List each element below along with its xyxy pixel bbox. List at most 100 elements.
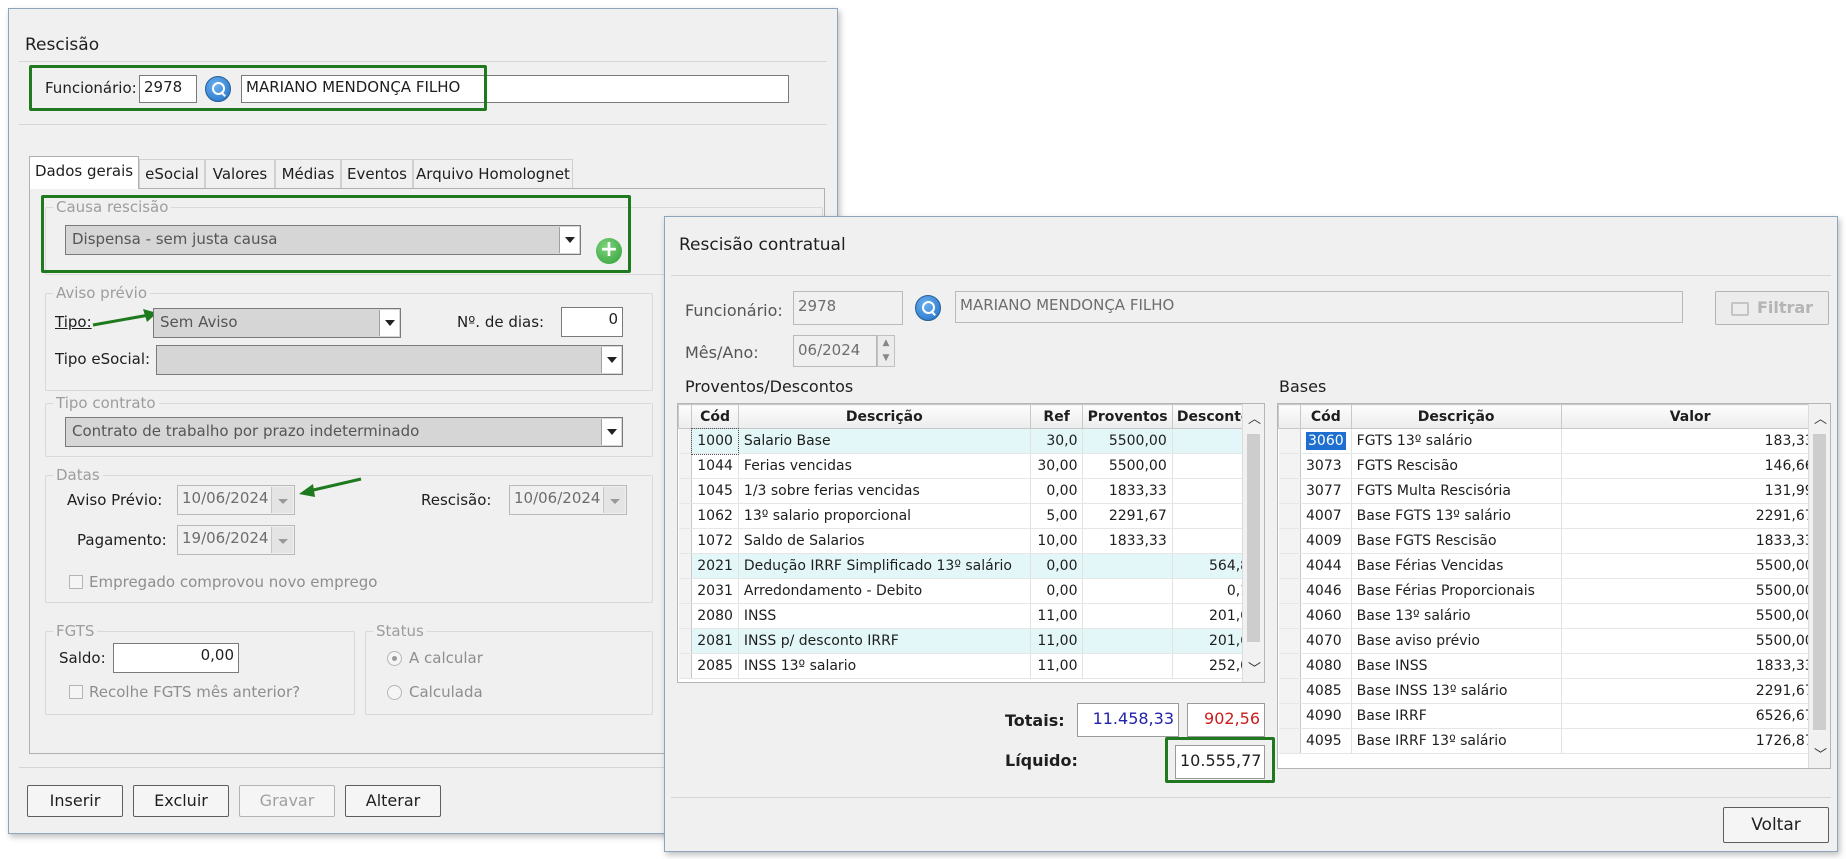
row-indicator[interactable] (1278, 603, 1301, 629)
tab-esocial[interactable]: eSocial (139, 159, 205, 189)
row-indicator[interactable] (1278, 628, 1301, 654)
table-row[interactable]: 4095 Base IRRF 13º salário 1726,87 (1278, 728, 1820, 754)
calendar-dropdown-icon[interactable] (603, 487, 625, 513)
row-indicator[interactable] (1278, 478, 1301, 504)
funcionario-name-field[interactable]: MARIANO MENDONÇA FILHO (955, 291, 1683, 323)
scroll-up-icon[interactable]: ︿ (1248, 408, 1261, 427)
alterar-button[interactable]: Alterar (345, 785, 441, 817)
inserir-button[interactable]: Inserir (27, 785, 123, 817)
row-indicator[interactable] (678, 628, 693, 654)
table-row[interactable]: 4009 Base FGTS Rescisão 1833,33 (1278, 528, 1820, 554)
aviso-previo-date[interactable]: 10/06/2024 (177, 485, 295, 515)
funcionario-code-field[interactable]: 2978 (793, 291, 903, 325)
tab-eventos[interactable]: Eventos (341, 159, 413, 189)
table-row[interactable]: 1072 Saldo de Salarios 10,00 1833,33 (678, 528, 1264, 554)
excluir-button[interactable]: Excluir (133, 785, 229, 817)
column-header-cod[interactable]: Cód (691, 404, 739, 429)
table-row[interactable]: 4044 Base Férias Vencidas 5500,00 (1278, 553, 1820, 579)
row-indicator[interactable] (678, 503, 693, 529)
row-indicator[interactable] (678, 578, 693, 604)
row-indicator[interactable] (1278, 503, 1301, 529)
column-header-descricao[interactable]: Descrição (737, 404, 1031, 429)
table-row[interactable]: 4070 Base aviso prévio 5500,00 (1278, 628, 1820, 654)
tab-medias[interactable]: Médias (275, 159, 341, 189)
table-row[interactable]: 4007 Base FGTS 13º salário 2291,67 (1278, 503, 1820, 529)
scroll-up-icon[interactable]: ︿ (1814, 408, 1827, 427)
row-indicator[interactable] (1278, 578, 1301, 604)
totais-label: Totais: (1005, 711, 1065, 730)
column-header-descricao[interactable]: Descrição (1350, 404, 1562, 429)
row-indicator[interactable] (678, 653, 693, 679)
scroll-down-icon[interactable]: ﹀ (1814, 744, 1827, 763)
row-indicator[interactable] (678, 478, 693, 504)
table-row[interactable]: 1045 1/3 sobre ferias vencidas 0,00 1833,33 (678, 478, 1264, 504)
calculada-radio[interactable] (387, 685, 402, 700)
tipo-esocial-select[interactable] (156, 345, 623, 375)
voltar-button[interactable]: Voltar (1723, 807, 1829, 843)
scroll-thumb[interactable] (1813, 434, 1826, 730)
row-indicator[interactable] (1278, 728, 1301, 754)
row-indicator[interactable] (678, 428, 693, 454)
table-row[interactable]: 3073 FGTS Rescisão 146,66 (1278, 453, 1820, 479)
tab-arquivo-homolognet[interactable]: Arquivo Homolognet (413, 159, 573, 189)
tab-dados-gerais[interactable]: Dados gerais (29, 156, 139, 189)
chevron-down-icon[interactable] (601, 419, 621, 445)
mes-ano-spinner[interactable]: ▲ ▼ (877, 335, 895, 367)
a-calcular-radio[interactable] (387, 651, 402, 666)
novo-emprego-checkbox[interactable] (69, 575, 83, 589)
column-header-ref[interactable]: Ref (1029, 404, 1084, 429)
table-row[interactable]: 1044 Ferias vencidas 30,00 5500,00 (678, 453, 1264, 479)
mes-ano-field[interactable]: 06/2024 (793, 335, 877, 367)
table-row[interactable]: 4090 Base IRRF 6526,67 (1278, 703, 1820, 729)
row-indicator[interactable] (678, 553, 693, 579)
table-row[interactable]: 2081 INSS p/ desconto IRRF 11,00 201,66 (678, 628, 1264, 654)
funcionario-highlight (29, 65, 487, 111)
row-indicator[interactable] (678, 603, 693, 629)
row-indicator[interactable] (678, 453, 693, 479)
table-row[interactable]: 4080 Base INSS 1833,33 (1278, 653, 1820, 679)
saldo-field[interactable]: 0,00 (113, 643, 239, 673)
row-indicator[interactable] (1278, 653, 1301, 679)
scroll-down-icon[interactable]: ﹀ (1248, 658, 1261, 677)
table-row[interactable]: 4085 Base INSS 13º salário 2291,67 (1278, 678, 1820, 704)
chevron-down-icon[interactable] (601, 347, 621, 373)
row-indicator[interactable] (1278, 428, 1301, 454)
table-row[interactable]: 1000 Salario Base 30,0 5500,00 (678, 427, 1264, 455)
tipo-aviso-select[interactable]: Sem Aviso (153, 308, 401, 338)
table-row[interactable]: 4046 Base Férias Proporcionais 5500,00 (1278, 578, 1820, 604)
calendar-dropdown-icon[interactable] (271, 527, 293, 553)
pagamento-date[interactable]: 19/06/2024 (177, 525, 295, 555)
chevron-down-icon[interactable] (379, 310, 399, 336)
column-header-cod[interactable]: Cód (1300, 404, 1352, 429)
proventos-title: Proventos/Descontos (685, 377, 854, 396)
row-indicator[interactable] (1278, 553, 1301, 579)
gravar-button[interactable]: Gravar (239, 785, 335, 817)
column-header-proventos[interactable]: Proventos (1082, 404, 1173, 429)
tab-valores[interactable]: Valores (205, 159, 275, 189)
dias-field[interactable]: 0 (561, 307, 623, 337)
row-indicator[interactable] (1278, 678, 1301, 704)
table-row[interactable]: 2080 INSS 11,00 201,66 (678, 603, 1264, 629)
row-indicator[interactable] (1278, 528, 1301, 554)
column-header-valor[interactable]: Valor (1560, 404, 1820, 429)
table-row[interactable]: 2021 Dedução IRRF Simplificado 13º salári… (678, 553, 1264, 579)
table-row[interactable]: 3077 FGTS Multa Rescisória 131,99 (1278, 478, 1820, 504)
proventos-scrollbar[interactable]: ︿ ﹀ (1242, 404, 1264, 682)
search-icon[interactable] (915, 295, 941, 321)
row-indicator[interactable] (1278, 453, 1301, 479)
table-row[interactable]: 2085 INSS 13º salario 11,00 252,08 (678, 653, 1264, 679)
row-indicator[interactable] (1278, 703, 1301, 729)
table-row[interactable]: 4060 Base 13º salário 5500,00 (1278, 603, 1820, 629)
contrato-select[interactable]: Contrato de trabalho por prazo indetermi… (65, 417, 623, 447)
scroll-thumb[interactable] (1247, 434, 1260, 642)
recolhe-fgts-checkbox[interactable] (69, 685, 83, 699)
filtrar-button[interactable]: Filtrar (1715, 291, 1829, 325)
bases-scrollbar[interactable]: ︿ ﹀ (1808, 404, 1830, 768)
calendar-dropdown-icon[interactable] (271, 487, 293, 513)
bases-title: Bases (1279, 377, 1327, 396)
rescisao-date[interactable]: 10/06/2024 (509, 485, 627, 515)
table-row[interactable]: 1062 13º salario proporcional 5,00 2291,67 (678, 503, 1264, 529)
row-indicator[interactable] (678, 528, 693, 554)
table-row[interactable]: 3060 FGTS 13º salário 183,33 (1278, 428, 1820, 454)
table-row[interactable]: 2031Arredondamento - Debito0,000,12 (678, 578, 1264, 604)
